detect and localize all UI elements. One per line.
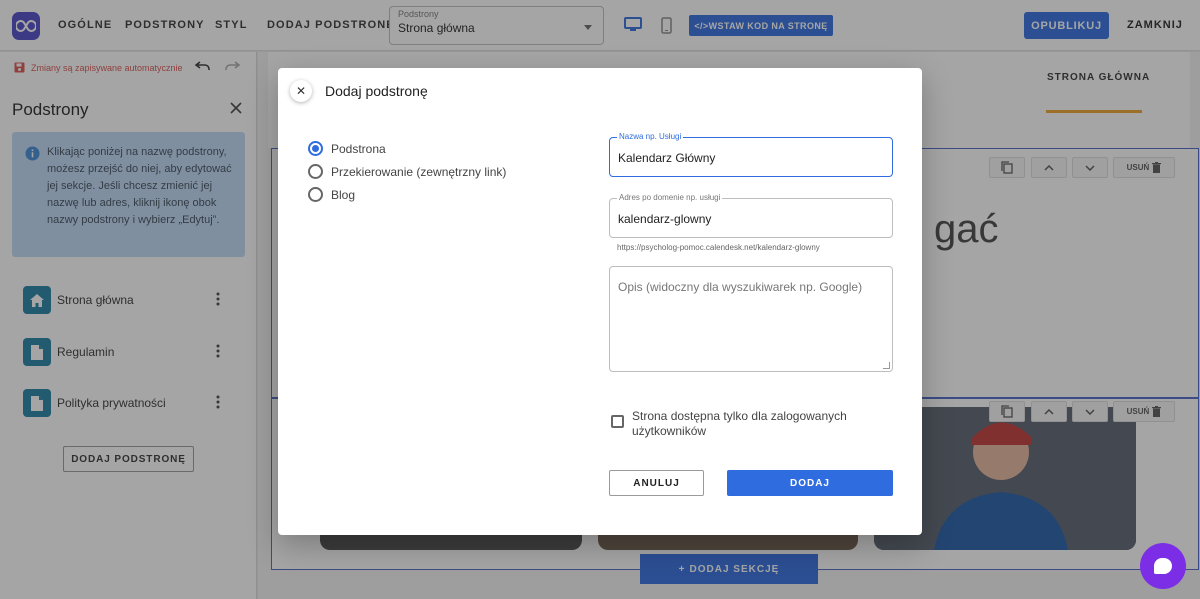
description-textarea[interactable]: Opis (widoczny dla wyszukiwarek np. Goog… (609, 266, 893, 372)
dialog-close-button[interactable]: ✕ (290, 80, 312, 102)
logged-in-only-option[interactable]: Strona dostępna tylko dla zalogowanych u… (611, 409, 871, 439)
address-field[interactable]: Adres po domenie np. usługi kalendarz-gl… (609, 193, 893, 238)
radio-button[interactable] (308, 141, 323, 156)
chat-button[interactable] (1140, 543, 1186, 589)
name-field-value[interactable]: Kalendarz Główny (618, 151, 715, 165)
address-field-label: Adres po domenie np. usługi (617, 193, 723, 202)
add-button[interactable]: DODAJ (727, 470, 893, 496)
close-icon: ✕ (295, 84, 307, 98)
chat-icon (1154, 558, 1172, 574)
radio-label: Podstrona (331, 141, 386, 156)
description-placeholder: Opis (widoczny dla wyszukiwarek np. Goog… (618, 280, 863, 294)
dialog-title: Dodaj podstronę (325, 83, 428, 99)
cancel-button[interactable]: ANULUJ (609, 470, 704, 496)
name-field[interactable]: Nazwa np. Usługi Kalendarz Główny (609, 132, 893, 177)
radio-blog[interactable]: Blog (308, 187, 355, 202)
radio-button[interactable] (308, 187, 323, 202)
radio-label: Blog (331, 187, 356, 202)
resize-handle[interactable] (883, 362, 890, 369)
radio-button[interactable] (308, 164, 323, 179)
add-subpage-dialog: ✕ Dodaj podstronę Podstrona Przekierowan… (278, 68, 922, 535)
radio-subpage[interactable]: Podstrona (308, 141, 386, 156)
url-preview: https://psycholog-pomoc.calendesk.net/ka… (617, 243, 820, 252)
logged-in-only-checkbox[interactable] (611, 415, 624, 428)
logged-in-only-label: Strona dostępna tylko dla zalogowanych u… (632, 409, 847, 438)
name-field-label: Nazwa np. Usługi (617, 132, 684, 141)
radio-redirect[interactable]: Przekierowanie (zewnętrzny link) (308, 164, 506, 179)
address-field-value[interactable]: kalendarz-glowny (618, 212, 711, 226)
radio-label: Przekierowanie (zewnętrzny link) (331, 164, 507, 179)
